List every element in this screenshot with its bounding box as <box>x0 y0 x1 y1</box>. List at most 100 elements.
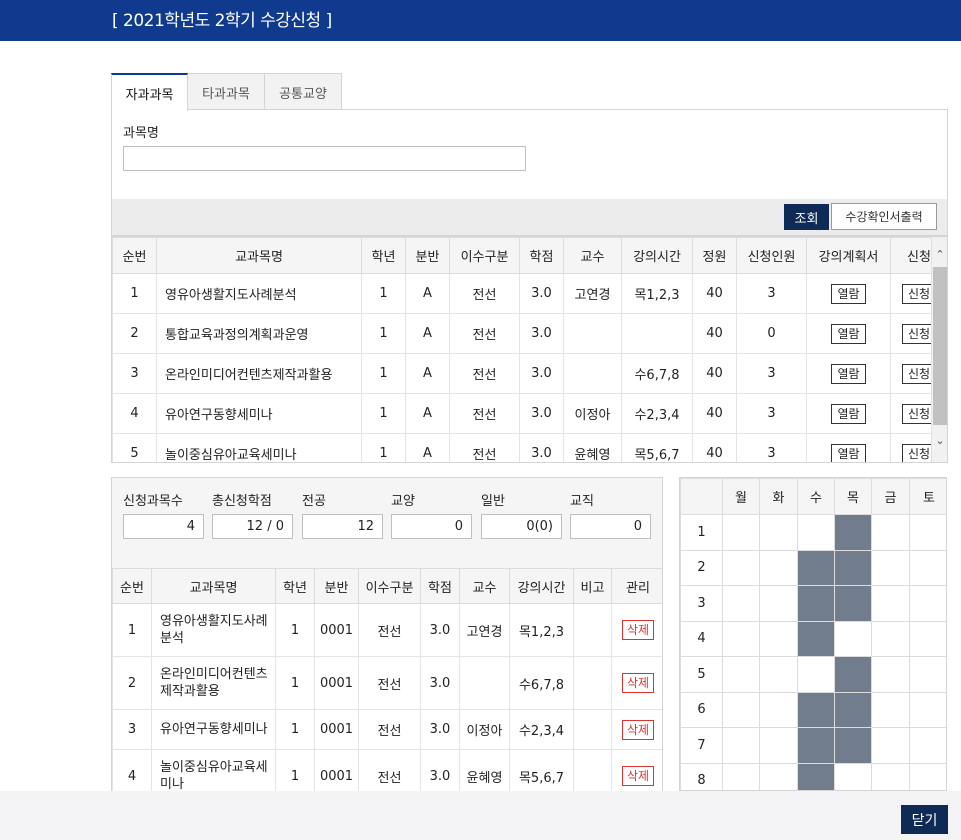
day-header: 수 <box>797 478 835 515</box>
syllabus-cell: 열람 <box>806 353 891 394</box>
course-cell-year: 1 <box>361 433 406 462</box>
delete-button[interactable]: 삭제 <box>621 719 655 740</box>
timetable-cell <box>909 762 946 790</box>
registered-row: 2 온라인미디어컨텐츠 제작과활용 1 0001 전선 3.0 수6,7,8 삭제 <box>112 656 662 710</box>
chevron-up-icon[interactable]: ⌃ <box>932 247 947 263</box>
liberal-credits-field: 0 <box>391 514 472 539</box>
col-header: 교수 <box>459 568 510 604</box>
print-confirmation-button[interactable]: 수강확인서출력 <box>831 203 937 230</box>
tab-other-department[interactable]: 타과과목 <box>187 73 265 110</box>
major-credits-item: 전공 12 <box>302 490 383 539</box>
timetable-cell-filled <box>834 691 872 728</box>
timetable-cell <box>871 762 910 790</box>
course-name-line: 미나 <box>160 777 184 791</box>
course-name-line: 온라인미디어컨텐츠 <box>160 667 268 682</box>
reg-cell-time: 목1,2,3 <box>509 603 574 657</box>
chevron-down-icon[interactable]: ⌄ <box>932 433 947 449</box>
course-cell-type: 전선 <box>449 353 520 394</box>
col-header: 이수구분 <box>358 568 421 604</box>
course-cell-credit: 3.0 <box>519 433 564 462</box>
close-button[interactable]: 닫기 <box>901 805 948 834</box>
course-cell-cap: 40 <box>692 433 737 462</box>
reg-cell-note <box>573 709 612 750</box>
reg-cell-section: 0001 <box>314 656 359 710</box>
course-cell-no: 2 <box>112 313 157 354</box>
timetable-cell <box>722 727 760 764</box>
period-label: 1 <box>680 514 723 551</box>
course-cell-section: A <box>405 433 450 462</box>
timetable-cell-filled <box>797 727 835 764</box>
tab-own-department[interactable]: 자과과목 <box>111 73 188 111</box>
course-cell-year: 1 <box>361 393 406 434</box>
timetable-cell <box>722 691 760 728</box>
timetable-cell <box>909 691 946 728</box>
timetable-cell <box>909 585 946 622</box>
tab-common-liberal-arts[interactable]: 공통교양 <box>264 73 342 110</box>
col-header: 교과목명 <box>151 568 276 604</box>
view-syllabus-button[interactable]: 열람 <box>831 403 866 424</box>
timetable-cell-filled <box>797 620 835 657</box>
timetable-row: 1 <box>680 514 946 551</box>
applied-courses-count-label: 신청과목수 <box>123 494 183 509</box>
course-cell-applied: 3 <box>736 273 807 314</box>
delete-button[interactable]: 삭제 <box>621 673 655 693</box>
timetable-cell <box>834 620 872 657</box>
manage-cell: 삭제 <box>611 603 662 657</box>
reg-cell-prof: 윤혜영 <box>459 749 510 791</box>
col-header: 관리 <box>611 568 662 604</box>
col-header: 신청인원 <box>736 237 807 274</box>
timetable-cell <box>759 620 798 657</box>
timetable-cell <box>722 620 760 657</box>
course-cell-credit: 3.0 <box>519 273 564 314</box>
general-credits-field: 0(0) <box>481 514 562 539</box>
reg-cell-credit: 3.0 <box>420 603 460 657</box>
search-button[interactable]: 조회 <box>784 204 829 230</box>
col-header: 강의시간 <box>509 568 574 604</box>
teaching-credits-label: 교직 <box>570 494 594 509</box>
timetable-cell <box>871 656 910 693</box>
course-cell-credit: 3.0 <box>519 313 564 354</box>
action-bar: 조회 수강확인서출력 <box>111 199 948 236</box>
period-label: 5 <box>680 656 723 693</box>
course-cell-time <box>621 313 693 354</box>
course-row: 3 온라인미디어컨텐츠제작과활용 1 A 전선 3.0 수6,7,8 40 3 열람 신청 <box>112 353 947 394</box>
course-name-line: 분석 <box>160 631 184 646</box>
reg-cell-type: 전선 <box>358 709 421 750</box>
reg-cell-year: 1 <box>275 656 315 710</box>
course-row: 4 유아연구동향세미나 1 A 전선 3.0 이정아 수2,3,4 40 3 열람 신청 <box>112 393 947 434</box>
scrollbar-thumb[interactable] <box>933 267 947 425</box>
reg-cell-type: 전선 <box>358 603 421 657</box>
reg-cell-no: 4 <box>112 749 152 791</box>
course-cell-applied: 3 <box>736 353 807 394</box>
course-cell-type: 전선 <box>449 313 520 354</box>
period-label: 2 <box>680 549 723 586</box>
syllabus-cell: 열람 <box>806 313 891 354</box>
course-table-scrollbar[interactable]: ⌃ ⌄ <box>931 237 947 462</box>
view-syllabus-button[interactable]: 열람 <box>831 283 866 304</box>
reg-cell-type: 전선 <box>358 749 421 791</box>
course-name-input[interactable] <box>123 146 526 171</box>
timetable-cell-filled <box>834 514 872 551</box>
col-header: 분반 <box>405 237 450 274</box>
course-name-line: 유아연구동향세미나 <box>160 722 268 737</box>
timetable-cell-filled <box>797 691 835 728</box>
delete-button[interactable]: 삭제 <box>621 766 655 786</box>
course-cell-section: A <box>405 353 450 394</box>
delete-button[interactable]: 삭제 <box>621 620 655 640</box>
view-syllabus-button[interactable]: 열람 <box>831 443 866 462</box>
view-syllabus-button[interactable]: 열람 <box>831 323 866 344</box>
registered-courses-table: 순번 교과목명 학년 분반 이수구분 학점 교수 강의시간 비고 관리 1 영유아… <box>111 568 663 791</box>
course-tabs: 자과과목 타과과목 공통교양 <box>111 73 342 111</box>
timetable-cell <box>759 762 798 790</box>
course-cell-section: A <box>405 313 450 354</box>
timetable-cell <box>871 514 910 551</box>
header-bar: [ 2021학년도 2학기 수강신청 ] <box>0 0 961 41</box>
reg-cell-no: 3 <box>112 709 152 750</box>
course-cell-type: 전선 <box>449 433 520 462</box>
view-syllabus-button[interactable]: 열람 <box>831 363 866 384</box>
reg-cell-section: 0001 <box>314 603 359 657</box>
course-cell-prof <box>563 353 622 394</box>
timetable-cell-filled <box>834 585 872 622</box>
timetable-row: 7 <box>680 727 946 764</box>
reg-cell-prof: 이정아 <box>459 709 510 750</box>
